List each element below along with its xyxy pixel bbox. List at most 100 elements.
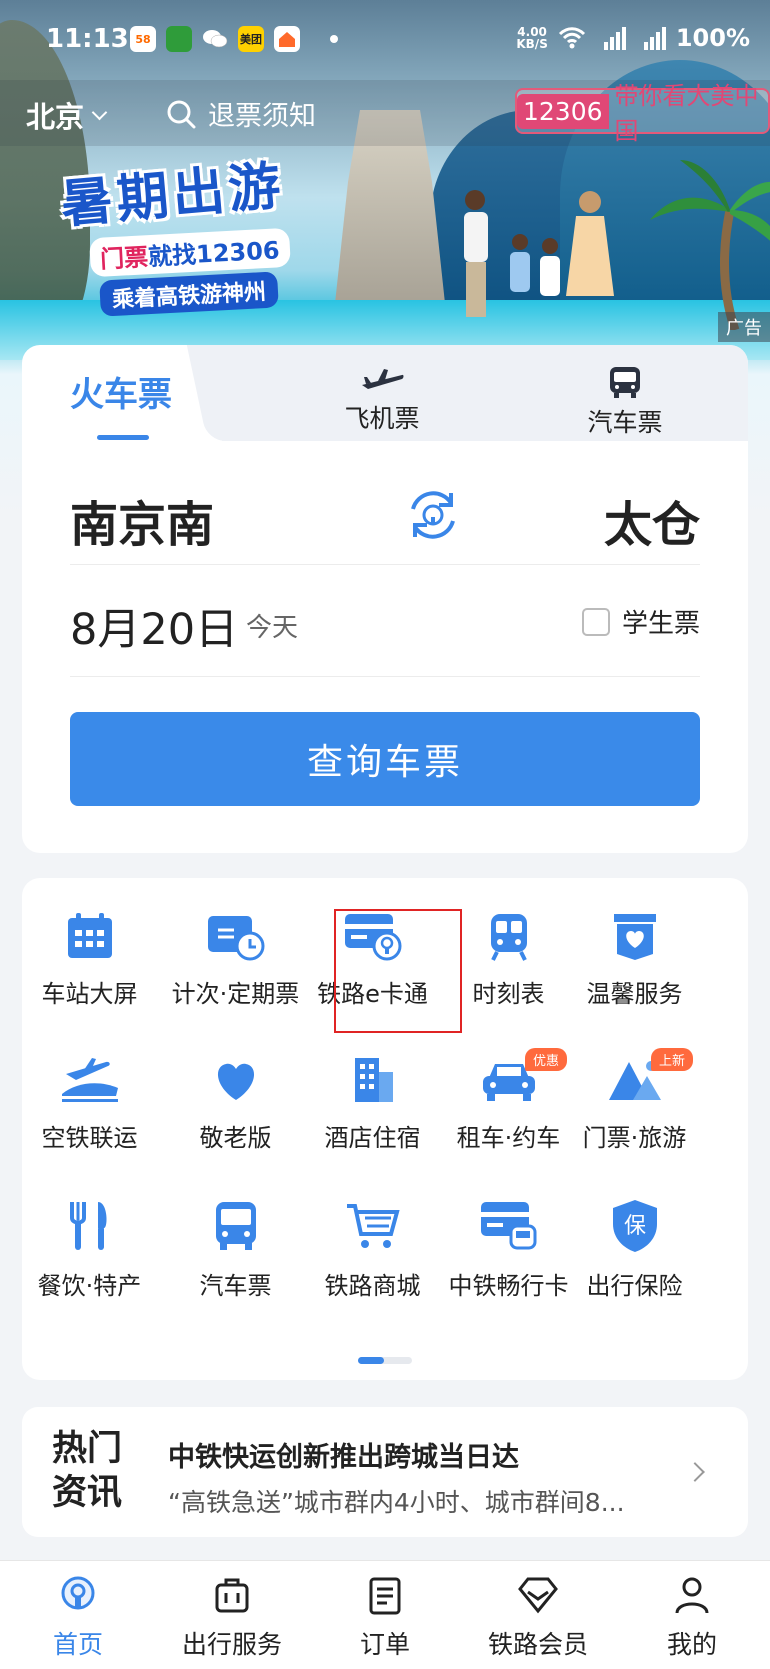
tab-flight-ticket[interactable]: 飞机票: [322, 365, 442, 435]
student-checkbox[interactable]: [581, 607, 610, 636]
service-label: 租车·约车: [456, 1124, 561, 1152]
status-time: 11:13: [46, 24, 129, 54]
service-hotel[interactable]: 酒店住宿: [300, 1054, 445, 1194]
service-label: 温馨服务: [586, 980, 683, 1008]
date-row: 8月20日 今天 学生票: [70, 567, 700, 677]
bus-icon: [610, 367, 640, 398]
service-elder-mode[interactable]: 敬老版: [163, 1054, 308, 1194]
search-bar[interactable]: 退票须知: [166, 94, 316, 133]
signal-4g-icon: [603, 27, 626, 50]
service-air-rail[interactable]: 空铁联运: [17, 1054, 162, 1194]
nav-label: 铁路会员: [487, 1630, 588, 1659]
query-tickets-button[interactable]: 查询车票: [70, 712, 700, 806]
wechat-icon: [202, 26, 228, 52]
status-indicators: 4.00 KB/S 100%: [516, 24, 750, 52]
banner-slogan: 乘着高铁游神州: [99, 271, 279, 317]
page-indicator-active: [358, 1357, 384, 1364]
service-tickets-travel[interactable]: 上新 门票·旅游: [562, 1048, 707, 1194]
battery-level: 100%: [675, 24, 750, 52]
departure-station[interactable]: 南京南: [70, 485, 214, 555]
app-58-icon: 58: [130, 26, 156, 52]
route-row: 南京南 太仓: [70, 465, 700, 565]
service-label: 空铁联运: [41, 1124, 138, 1152]
bottom-navigation: 首页 出行服务 订单 铁路会员 我的: [0, 1560, 770, 1669]
hot-news-card[interactable]: 热门 资讯 中铁快运创新推出跨城当日达 “高铁急送”城市群内4小时、城市群间8.…: [22, 1407, 748, 1537]
service-station-screen[interactable]: 车站大屏: [17, 910, 162, 1050]
calendar-icon: [67, 913, 112, 958]
banner-subtitle: 门票就找12306: [89, 227, 291, 278]
wifi-icon: [558, 27, 585, 49]
news-subtitle: “高铁急送”城市群内4小时、城市群间8...: [168, 1488, 625, 1517]
tab-flight-label: 飞机票: [344, 404, 420, 433]
student-ticket-toggle[interactable]: 学生票: [581, 603, 700, 640]
news-tag-line1: 热门: [52, 1429, 123, 1469]
nav-label: 出行服务: [181, 1630, 282, 1659]
heart-box-icon: [613, 914, 656, 960]
tab-train-ticket[interactable]: 火车票: [70, 367, 172, 416]
service-periodic-ticket[interactable]: 计次·定期票: [163, 910, 308, 1050]
service-label: 车站大屏: [41, 980, 138, 1008]
service-label: 酒店住宿: [324, 1124, 421, 1152]
bus-icon: [215, 1202, 256, 1250]
search-icon: [167, 100, 196, 128]
app-house-icon: [274, 26, 300, 52]
user-icon: [675, 1577, 709, 1614]
service-car-rental[interactable]: 优惠 租车·约车: [436, 1048, 581, 1194]
page-indicator: [358, 1357, 412, 1364]
train-card-icon: [480, 1202, 536, 1250]
shield-icon: 保: [612, 1200, 657, 1252]
svg-text:保: 保: [623, 1214, 645, 1239]
city-selector[interactable]: 北京: [26, 94, 108, 136]
cart-icon: [346, 1204, 400, 1248]
home-rail-logo-icon: [61, 1576, 95, 1610]
student-ticket-label: 学生票: [621, 609, 700, 639]
service-bus-ticket[interactable]: 汽车票: [163, 1198, 308, 1338]
selection-highlight-box: [334, 909, 462, 1033]
plane-train-icon: [61, 1058, 118, 1102]
discount-badge: 优惠: [524, 1048, 567, 1071]
brand-logo: 12306 带你看大美中国: [515, 82, 770, 145]
tab-bus-ticket[interactable]: 汽车票: [565, 365, 685, 439]
nav-travel-services[interactable]: 出行服务: [162, 1575, 302, 1661]
heart-icon: [217, 1063, 254, 1100]
search-placeholder: 退票须知: [208, 101, 316, 132]
top-bar: 北京 退票须知 12306 带你看大美中国: [0, 80, 770, 146]
service-label: 门票·旅游: [582, 1124, 687, 1152]
hotel-icon: [354, 1058, 393, 1102]
signal-4g-icon: [643, 27, 666, 50]
banner-palm-tree: [650, 160, 770, 330]
swap-stations-icon[interactable]: [405, 487, 461, 543]
nav-label: 订单: [359, 1630, 410, 1659]
train-front-icon: [490, 914, 527, 961]
service-label: 汽车票: [199, 1272, 272, 1300]
service-rail-mall[interactable]: 铁路商城: [300, 1198, 445, 1338]
nav-orders[interactable]: 订单: [315, 1575, 455, 1661]
hot-news-tag: 热门 资讯: [52, 1427, 132, 1515]
service-label: 出行保险: [586, 1272, 683, 1300]
brand-number: 12306: [517, 93, 609, 129]
ticket-tabs: 火车票 飞机票 汽车票: [22, 345, 748, 441]
more-notifications-dot: [330, 35, 338, 43]
service-label: 餐饮·特产: [37, 1272, 142, 1300]
app-green-icon: [166, 26, 192, 52]
arrival-station[interactable]: 太仓: [604, 485, 700, 555]
ticket-clock-icon: [207, 916, 264, 961]
new-badge: 上新: [650, 1048, 693, 1071]
service-care[interactable]: 温馨服务: [562, 910, 707, 1050]
cutlery-icon: [69, 1202, 106, 1250]
nav-rail-membership[interactable]: 铁路会员: [468, 1575, 608, 1661]
chevron-down-icon: [91, 104, 108, 120]
service-food[interactable]: 餐饮·特产: [17, 1198, 162, 1338]
tab-active-indicator: [97, 435, 149, 440]
nav-home[interactable]: 首页: [8, 1575, 148, 1661]
meituan-icon: 美团: [238, 26, 264, 52]
departure-date[interactable]: 8月20日: [70, 595, 238, 657]
tab-bus-label: 汽车票: [587, 408, 663, 437]
banner-family: [464, 190, 614, 317]
ad-label: 广告: [718, 312, 770, 342]
banner-title: 暑期出游: [58, 155, 287, 236]
service-insurance[interactable]: 保 出行保险: [562, 1198, 707, 1338]
service-travel-card[interactable]: 中铁畅行卡: [436, 1198, 581, 1338]
nav-profile[interactable]: 我的: [622, 1575, 762, 1661]
nav-label: 我的: [666, 1630, 717, 1659]
